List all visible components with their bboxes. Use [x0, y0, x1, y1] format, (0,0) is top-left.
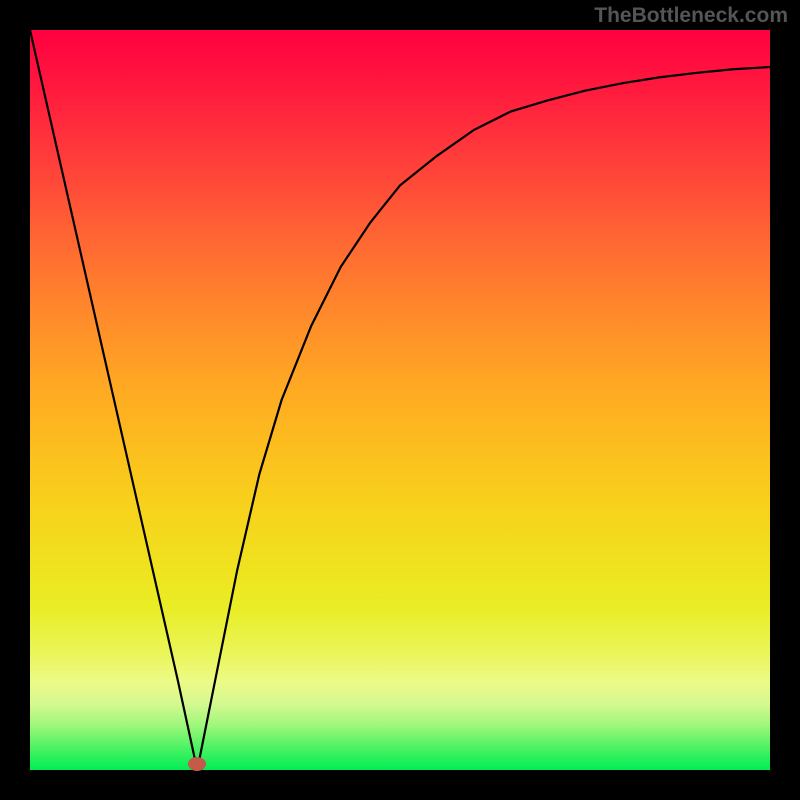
plot-area — [30, 30, 770, 770]
marker-dot — [188, 757, 206, 771]
watermark-text: TheBottleneck.com — [594, 4, 788, 28]
bottleneck-curve — [30, 30, 770, 770]
